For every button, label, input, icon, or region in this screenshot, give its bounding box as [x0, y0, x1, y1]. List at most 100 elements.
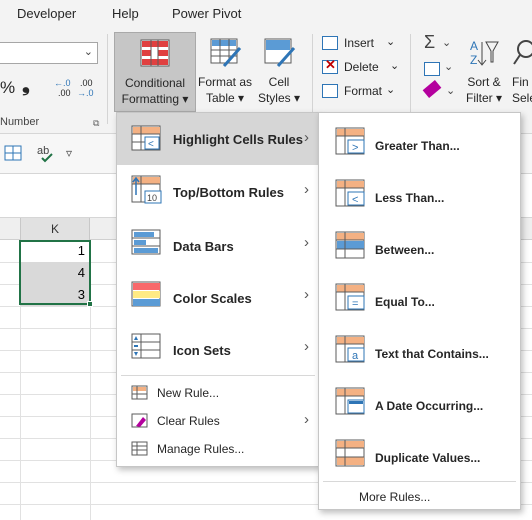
- menu-item-data-bars[interactable]: Data Bars ›: [117, 217, 319, 269]
- menu-item-color-scales[interactable]: Color Scales ›: [117, 269, 319, 321]
- menu-item-date-occurring[interactable]: A Date Occurring...: [319, 377, 520, 429]
- equal-to-label: Equal To...: [375, 295, 435, 309]
- menu-item-new-rule[interactable]: New Rule...: [117, 379, 319, 407]
- conditional-formatting-icon: [140, 39, 170, 67]
- svg-text:<: <: [352, 194, 358, 206]
- find-select-label-1: Fin: [512, 75, 529, 89]
- less-than-icon: <: [335, 179, 365, 207]
- increase-decimal-button[interactable]: ←.0.00: [52, 78, 74, 98]
- fill-handle[interactable]: [87, 301, 93, 307]
- menu-item-clear-rules[interactable]: Clear Rules ›: [117, 407, 319, 435]
- increase-decimal-icon: ←.0.00: [54, 78, 71, 98]
- svg-text:ab: ab: [37, 145, 49, 157]
- conditional-formatting-button[interactable]: Conditional Formatting ▾: [114, 32, 196, 112]
- manage-rules-label: Manage Rules...: [157, 442, 245, 456]
- date-occurring-label: A Date Occurring...: [375, 399, 484, 413]
- customize-toolbar-icon[interactable]: ▿: [66, 146, 72, 160]
- dialog-launcher-icon[interactable]: ⧉: [93, 118, 99, 129]
- new-rule-icon: [131, 385, 148, 400]
- insert-button[interactable]: Insert ⌄: [322, 36, 400, 54]
- between-label: Between...: [375, 243, 435, 257]
- tab-power-pivot[interactable]: Power Pivot: [172, 6, 241, 21]
- chevron-down-icon: ⌄: [386, 84, 396, 96]
- duplicate-values-label: Duplicate Values...: [375, 451, 481, 465]
- highlight-cells-submenu: > Greater Than... < Less Than... Between…: [318, 112, 521, 510]
- comma-style-button[interactable]: ❟: [22, 74, 30, 97]
- clear-rules-icon: [131, 413, 148, 428]
- number-format-combo[interactable]: ⌄: [0, 42, 98, 64]
- number-group-label: Number: [0, 116, 40, 128]
- cell-styles-button[interactable]: Cell Styles ▾: [254, 32, 304, 112]
- format-as-table-icon: [210, 38, 242, 67]
- menu-item-equal-to[interactable]: = Equal To...: [319, 273, 520, 325]
- svg-text:=: =: [352, 298, 358, 310]
- tab-help[interactable]: Help: [112, 6, 139, 21]
- fill-icon[interactable]: [424, 62, 440, 76]
- svg-text:←.0: ←.0: [54, 78, 71, 88]
- spell-check-icon[interactable]: ab: [36, 143, 56, 163]
- autosum-icon[interactable]: Σ: [424, 32, 435, 53]
- borders-icon[interactable]: [4, 145, 24, 163]
- percent-style-button[interactable]: %: [0, 78, 15, 98]
- menu-separator: [323, 481, 516, 482]
- cell-styles-label-2: Styles ▾: [257, 91, 301, 105]
- menu-item-top-bottom-rules[interactable]: 10 Top/Bottom Rules ›: [117, 165, 319, 217]
- ribbon-tab-row: Developer Help Power Pivot: [0, 0, 532, 30]
- format-icon: [322, 84, 338, 98]
- between-icon: [335, 231, 365, 259]
- menu-item-more-rules[interactable]: More Rules...: [319, 483, 520, 509]
- column-header-k[interactable]: K: [20, 218, 90, 240]
- group-separator: [107, 34, 108, 124]
- menu-item-manage-rules[interactable]: Manage Rules...: [117, 435, 319, 463]
- clear-rules-label: Clear Rules: [157, 414, 220, 428]
- date-occurring-icon: [335, 387, 365, 415]
- cell-styles-label-1: Cell: [268, 75, 290, 89]
- selection-border: [19, 240, 91, 305]
- menu-item-between[interactable]: Between...: [319, 221, 520, 273]
- chevron-down-icon[interactable]: ⌄: [442, 36, 451, 49]
- svg-text:10: 10: [147, 193, 157, 203]
- equal-to-icon: =: [335, 283, 365, 311]
- find-select-button[interactable]: Fin Sele: [508, 32, 532, 112]
- icon-sets-icon: [131, 333, 161, 359]
- highlight-cells-rules-label: Highlight Cells Rules: [173, 132, 304, 147]
- new-rule-label: New Rule...: [157, 386, 220, 400]
- chevron-down-icon[interactable]: ⌄: [84, 45, 93, 58]
- decrease-decimal-button[interactable]: .00 →.0: [76, 78, 98, 98]
- text-contains-icon: a: [335, 335, 365, 363]
- insert-icon: [322, 36, 338, 50]
- manage-rules-icon: [131, 441, 148, 456]
- format-as-table-label-2: Table ▾: [205, 91, 245, 105]
- menu-item-highlight-cells-rules[interactable]: < Highlight Cells Rules ›: [117, 113, 319, 165]
- svg-text:A: A: [470, 39, 478, 53]
- sort-filter-button[interactable]: A Z Sort & Filter ▾: [464, 32, 504, 112]
- chevron-right-icon: ›: [304, 181, 309, 198]
- chevron-down-icon: ⌄: [386, 36, 396, 48]
- tab-developer[interactable]: Developer: [17, 6, 76, 21]
- menu-item-text-contains[interactable]: a Text that Contains...: [319, 325, 520, 377]
- delete-button[interactable]: ✕ Delete ⌄: [322, 57, 400, 78]
- format-as-table-label-1: Format as: [197, 75, 252, 89]
- chevron-down-icon[interactable]: ⌄: [444, 60, 453, 73]
- menu-item-icon-sets[interactable]: Icon Sets ›: [117, 321, 319, 373]
- sort-filter-icon: A Z: [470, 39, 499, 67]
- format-as-table-button[interactable]: Format as Table ▾: [196, 32, 254, 112]
- conditional-formatting-label-2: Formatting ▾: [121, 92, 189, 106]
- menu-item-less-than[interactable]: < Less Than...: [319, 169, 520, 221]
- svg-text:.00: .00: [80, 78, 93, 88]
- menu-item-duplicate-values[interactable]: Duplicate Values...: [319, 429, 520, 481]
- insert-label: Insert: [344, 36, 375, 50]
- chevron-right-icon: ›: [304, 338, 309, 355]
- group-separator: [312, 34, 313, 124]
- eraser-icon[interactable]: [422, 80, 442, 98]
- find-select-label-2: Sele: [512, 91, 532, 105]
- chevron-down-icon: ⌄: [390, 60, 400, 72]
- chevron-down-icon[interactable]: ⌄: [446, 84, 455, 97]
- more-rules-label: More Rules...: [359, 490, 431, 504]
- chevron-right-icon: ›: [304, 234, 309, 251]
- text-contains-label: Text that Contains...: [375, 347, 489, 361]
- menu-item-greater-than[interactable]: > Greater Than...: [319, 117, 520, 169]
- delete-label: Delete: [344, 60, 379, 74]
- format-button[interactable]: Format ⌄: [322, 84, 400, 102]
- group-separator: [410, 34, 411, 124]
